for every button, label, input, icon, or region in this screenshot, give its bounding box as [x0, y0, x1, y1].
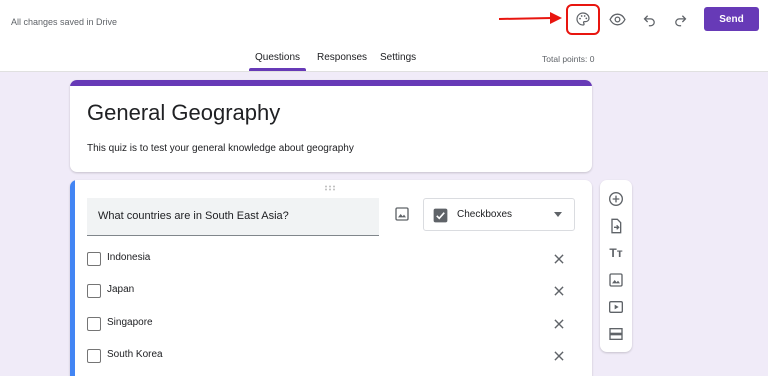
- active-tab-indicator: [249, 68, 306, 71]
- close-icon[interactable]: [552, 284, 566, 298]
- option-label[interactable]: South Korea: [107, 349, 163, 360]
- add-question-button[interactable]: [608, 191, 624, 207]
- total-points: Total points: 0: [542, 54, 595, 64]
- add-title-icon: Tт: [609, 246, 623, 260]
- close-icon[interactable]: [552, 317, 566, 331]
- redo-icon: [674, 14, 686, 26]
- form-tabs: Questions Responses Settings Total point…: [0, 48, 768, 72]
- option-row[interactable]: Japan: [87, 282, 567, 302]
- question-title-input[interactable]: What countries are in South East Asia?: [87, 198, 379, 236]
- add-section-button[interactable]: [608, 326, 624, 342]
- drag-handle-icon[interactable]: [324, 185, 336, 193]
- question-card[interactable]: What countries are in South East Asia? C…: [70, 180, 592, 376]
- annotation-arrow: [498, 12, 562, 24]
- option-row[interactable]: South Korea: [87, 347, 567, 367]
- checkbox-icon: [87, 252, 101, 266]
- option-label[interactable]: Japan: [107, 284, 134, 295]
- checkbox-icon: [87, 284, 101, 298]
- send-button[interactable]: Send: [704, 7, 759, 31]
- preview-button[interactable]: [604, 6, 630, 32]
- undo-icon: [643, 14, 655, 26]
- saved-status: All changes saved in Drive: [11, 17, 118, 27]
- undo-button[interactable]: [636, 6, 662, 32]
- question-type-dropdown[interactable]: Checkboxes: [423, 198, 575, 231]
- image-icon: [395, 207, 409, 221]
- side-toolbar: Tт: [600, 180, 632, 352]
- question-type-label: Checkboxes: [457, 209, 513, 220]
- close-icon[interactable]: [552, 252, 566, 266]
- dropdown-arrow-icon: [554, 212, 562, 217]
- import-questions-button[interactable]: [608, 218, 624, 234]
- eye-icon: [608, 13, 626, 25]
- close-icon[interactable]: [552, 349, 566, 363]
- checkbox-checked-icon: [433, 208, 448, 223]
- add-title-button[interactable]: Tт: [608, 245, 624, 261]
- option-row[interactable]: Singapore: [87, 315, 567, 335]
- add-section-icon: [609, 328, 623, 340]
- form-description[interactable]: This quiz is to test your general knowle…: [87, 143, 354, 154]
- form-title-card: General Geography This quiz is to test y…: [70, 80, 592, 172]
- add-video-icon: [609, 301, 623, 313]
- add-image-tool-button[interactable]: [608, 272, 624, 288]
- tab-settings[interactable]: Settings: [380, 52, 416, 63]
- tab-questions[interactable]: Questions: [255, 52, 300, 63]
- active-question-indicator: [70, 180, 75, 376]
- title-card-accent: [70, 80, 592, 86]
- customize-theme-button[interactable]: [570, 6, 596, 32]
- add-image-icon: [609, 273, 623, 287]
- question-title-text: What countries are in South East Asia?: [98, 210, 289, 222]
- add-image-button[interactable]: [394, 206, 410, 222]
- import-questions-icon: [611, 218, 622, 234]
- checkbox-icon: [87, 317, 101, 331]
- option-label[interactable]: Indonesia: [107, 252, 150, 263]
- option-row[interactable]: Indonesia: [87, 250, 567, 270]
- tab-responses[interactable]: Responses: [317, 52, 367, 63]
- add-question-icon: [609, 192, 623, 206]
- redo-button[interactable]: [667, 6, 693, 32]
- palette-icon: [576, 12, 590, 26]
- option-label[interactable]: Singapore: [107, 317, 153, 328]
- top-header: All changes saved in Drive Send Question…: [0, 0, 768, 72]
- checkbox-icon: [87, 349, 101, 363]
- add-video-button[interactable]: [608, 299, 624, 315]
- form-title[interactable]: General Geography: [87, 100, 280, 126]
